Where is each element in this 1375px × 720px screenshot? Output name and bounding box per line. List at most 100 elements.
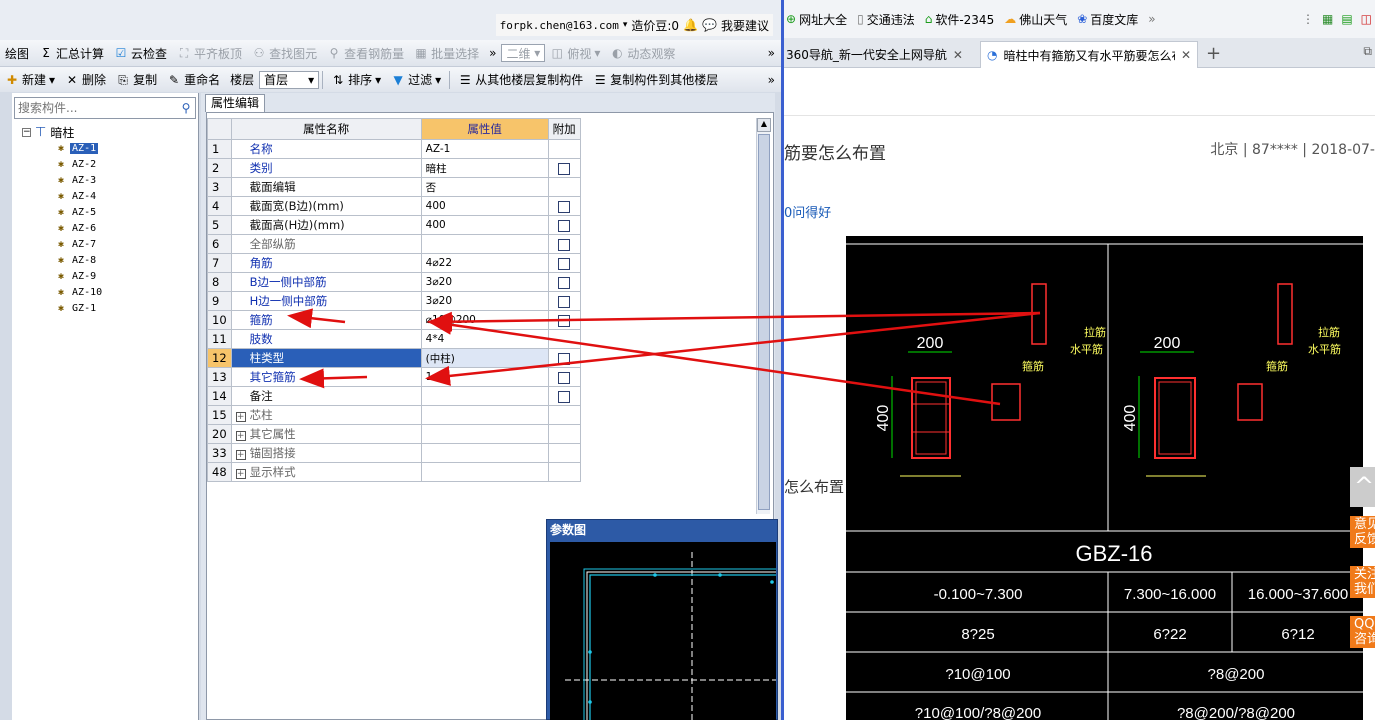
tab-question-page[interactable]: ◔ 暗柱中有箍筋又有水平筋要怎么布 ✕ <box>980 41 1198 68</box>
rename-button[interactable]: ✎ 重命名 <box>162 69 225 91</box>
tree-root-hidden-column[interactable]: − ⊤ 暗柱 <box>22 124 104 140</box>
property-value[interactable]: 4*4 <box>420 329 549 349</box>
property-value[interactable]: AZ-1 <box>420 139 549 159</box>
bookmark-site-nav[interactable]: ⊕ 网址大全 <box>786 11 847 28</box>
property-value[interactable] <box>420 386 549 406</box>
draw-button[interactable]: 绘图 <box>0 42 34 64</box>
new-tab-button[interactable]: + <box>1206 43 1221 64</box>
property-value[interactable]: 4⌀22 <box>420 253 549 273</box>
table-row[interactable]: 2 类别 暗柱 <box>207 158 581 178</box>
close-tab-icon[interactable]: ✕ <box>953 48 963 62</box>
tab-360-nav[interactable]: 360导航_新一代安全上网导航 ✕ <box>784 41 974 68</box>
scroll-up-icon[interactable]: ▲ <box>757 118 771 132</box>
tree-item[interactable]: ✱ AZ-5 <box>58 204 104 220</box>
cloud-check-button[interactable]: ☑ 云检查 <box>109 42 172 64</box>
view-rebar-button[interactable]: ⚲ 查看钢筋量 <box>322 42 409 64</box>
table-row[interactable]: 10 箍筋 ⌀10@200 <box>207 310 581 330</box>
screenshot-icon[interactable]: ◫ <box>1361 12 1372 26</box>
table-row[interactable]: 7 角筋 4⌀22 <box>207 253 581 273</box>
property-value[interactable]: 1 <box>420 367 549 387</box>
find-element-button[interactable]: ⚇ 查找图元 <box>247 42 322 64</box>
property-value[interactable]: 400 <box>420 196 549 216</box>
tab-property-edit[interactable]: 属性编辑 <box>205 94 265 112</box>
dropdown-icon[interactable]: ▾ <box>623 20 628 30</box>
apps-grid-icon[interactable]: ▦ <box>1322 12 1333 26</box>
parameter-figure-title[interactable]: 参数图 <box>547 520 777 540</box>
bookmarks-more-icon[interactable]: » <box>1148 12 1155 26</box>
view-mode-select[interactable]: 二维 ▾ <box>501 44 546 62</box>
floor-select[interactable]: 首层 ▾ <box>259 70 320 89</box>
reader-icon[interactable]: ▤ <box>1341 12 1352 26</box>
table-row[interactable]: 5 截面高(H边)(mm) 400 <box>207 215 581 235</box>
additional-checkbox[interactable] <box>558 390 571 403</box>
tree-item[interactable]: ✱ AZ-8 <box>58 252 104 268</box>
copy-from-floor-button[interactable]: ☰ 从其他楼层复制构件 <box>453 69 588 91</box>
filter-button[interactable]: ▼ 过滤 ▾ <box>386 69 446 91</box>
additional-checkbox[interactable] <box>558 162 571 175</box>
toolbar-overflow-icon[interactable]: » <box>484 42 501 64</box>
property-value[interactable] <box>420 443 549 463</box>
additional-checkbox[interactable] <box>558 352 571 365</box>
tree-item[interactable]: ✱ AZ-10 <box>58 284 104 300</box>
back-to-top-button[interactable]: ^ <box>1350 467 1375 507</box>
bookmark-baidu-wenku[interactable]: ❀ 百度文库 <box>1077 11 1138 28</box>
account-email[interactable]: forpk.chen@163.com <box>500 19 619 32</box>
table-row[interactable]: 4 截面宽(B边)(mm) 400 <box>207 196 581 216</box>
follow-us-button[interactable]: 关注 我们 <box>1350 566 1375 598</box>
additional-checkbox[interactable] <box>558 257 571 270</box>
sort-button[interactable]: ⇅ 排序 ▾ <box>326 69 386 91</box>
table-row[interactable]: 8 B边一侧中部筋 3⌀20 <box>207 272 581 292</box>
expand-icon[interactable]: + <box>235 469 246 479</box>
additional-checkbox[interactable] <box>558 200 571 213</box>
restore-tabs-icon[interactable]: ⧉ <box>1363 44 1372 59</box>
batch-select-button[interactable]: ▦ 批量选择 <box>409 42 484 64</box>
tree-item[interactable]: ✱ AZ-3 <box>58 172 104 188</box>
additional-checkbox[interactable] <box>558 295 571 308</box>
property-value[interactable]: 否 <box>420 177 549 197</box>
copy-button[interactable]: ⎘ 复制 <box>111 69 162 91</box>
chat-icon[interactable]: 💬 <box>702 18 717 32</box>
toolbar-more-icon[interactable]: » <box>768 73 781 87</box>
top-view-button[interactable]: ◫ 俯视 ▾ <box>545 42 605 64</box>
tree-item[interactable]: ✱ AZ-2 <box>58 156 104 172</box>
summary-calc-button[interactable]: Σ 汇总计算 <box>34 42 109 64</box>
search-input[interactable] <box>15 99 177 117</box>
property-value[interactable]: 暗柱 <box>420 158 549 178</box>
property-value[interactable]: (中柱) <box>420 348 549 368</box>
table-row[interactable]: 15 + 芯柱 <box>207 405 581 425</box>
property-value[interactable]: 400 <box>420 215 549 235</box>
suggest-link[interactable]: 我要建议 <box>721 17 769 34</box>
bookmark-traffic[interactable]: ▯ 交通违法 <box>857 11 915 28</box>
additional-checkbox[interactable] <box>558 238 571 251</box>
expand-icon[interactable]: + <box>235 412 246 422</box>
property-value[interactable]: 3⌀20 <box>420 272 549 292</box>
property-value[interactable]: ⌀10@200 <box>420 310 549 330</box>
table-row[interactable]: 20 + 其它属性 <box>207 424 581 444</box>
table-row[interactable]: 6 全部纵筋 <box>207 234 581 254</box>
search-icon[interactable]: ⚲ <box>177 101 195 115</box>
tree-item[interactable]: ✱ AZ-4 <box>58 188 104 204</box>
tree-item[interactable]: ✱ AZ-7 <box>58 236 104 252</box>
property-value[interactable] <box>420 405 549 425</box>
grid-vertical-scrollbar[interactable]: ▲ <box>756 118 771 514</box>
table-row[interactable]: 33 + 锚固搭接 <box>207 443 581 463</box>
copy-to-floor-button[interactable]: ☰ 复制构件到其他楼层 <box>588 69 723 91</box>
table-row[interactable]: 11 肢数 4*4 <box>207 329 581 349</box>
property-value[interactable] <box>420 462 549 482</box>
collapse-icon[interactable]: − <box>22 127 31 137</box>
tree-item[interactable]: ✱ AZ-9 <box>58 268 104 284</box>
table-row[interactable]: 1 名称 AZ-1 <box>207 139 581 159</box>
bookmark-software[interactable]: ⌂ 软件-2345 <box>925 11 995 28</box>
table-row[interactable]: 9 H边一侧中部筋 3⌀20 <box>207 291 581 311</box>
additional-checkbox[interactable] <box>558 219 571 232</box>
tree-item[interactable]: ✱ AZ-6 <box>58 220 104 236</box>
additional-checkbox[interactable] <box>558 371 571 384</box>
qq-consult-button[interactable]: QQ 咨询 <box>1350 616 1375 648</box>
tree-item[interactable]: ✱ AZ-1 <box>58 140 104 156</box>
menu-dots-icon[interactable]: ⋮ <box>1302 12 1314 26</box>
new-button[interactable]: ✚ 新建 ▾ <box>0 69 60 91</box>
delete-button[interactable]: ✕ 删除 <box>60 69 111 91</box>
bookmark-weather[interactable]: ☁ 佛山天气 <box>1004 11 1067 28</box>
feedback-button[interactable]: 意见 反馈 <box>1350 516 1375 548</box>
good-question-link[interactable]: 0问得好 <box>784 202 831 221</box>
